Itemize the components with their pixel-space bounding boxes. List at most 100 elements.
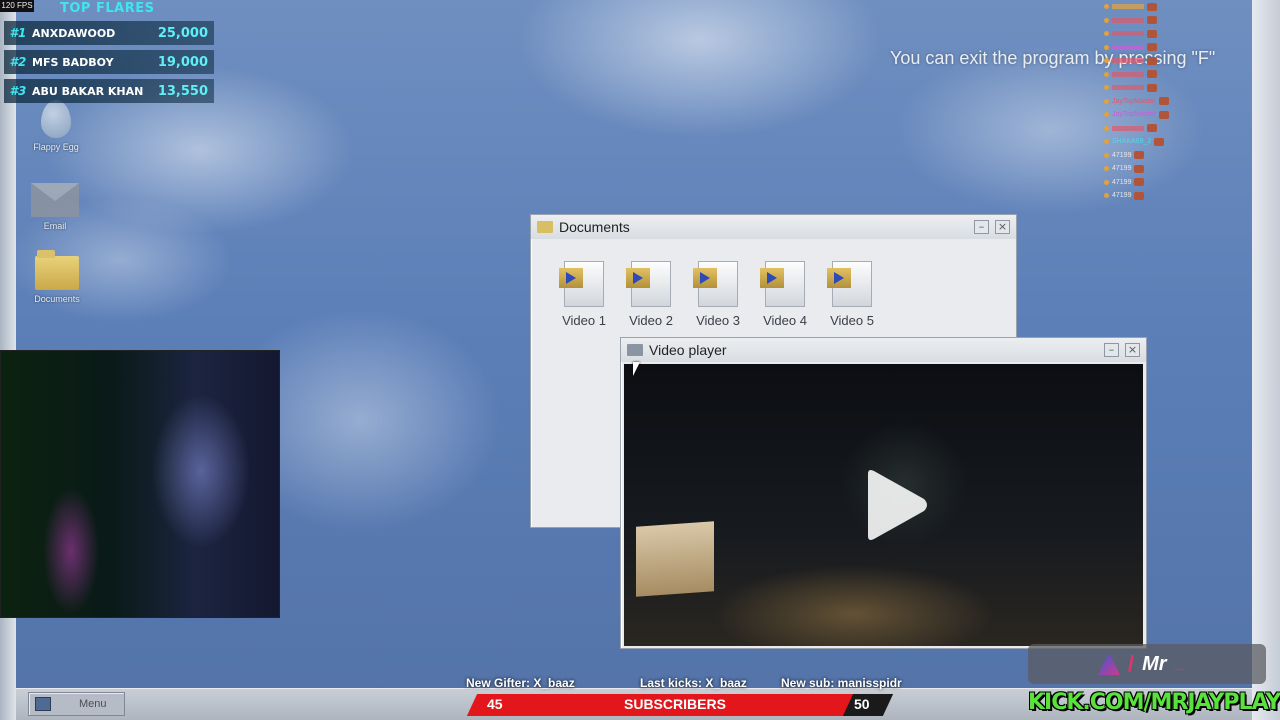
badge-icon — [1104, 58, 1109, 64]
start-menu-button[interactable]: Menu — [28, 692, 125, 716]
desktop-icon-flappy-egg[interactable]: Flappy Egg — [24, 100, 88, 152]
emote-icon — [1147, 56, 1157, 65]
video-player-window[interactable]: Video player – × — [620, 337, 1147, 649]
subscriber-label: SUBSCRIBERS — [624, 696, 726, 712]
badge-icon — [1104, 44, 1109, 50]
chat-username: 47199 — [1112, 178, 1132, 186]
chat-username — [1112, 44, 1144, 50]
chat-username — [1112, 125, 1144, 131]
desktop-icon-documents[interactable]: Documents — [25, 250, 89, 304]
chat-line: 47199 — [1104, 189, 1204, 203]
video-file-icon — [827, 261, 872, 307]
documents-titlebar[interactable]: Documents – × — [531, 215, 1016, 239]
fps-counter: 120 FPS — [0, 0, 34, 12]
folder-icon — [35, 250, 79, 290]
brand-panel: / Mr _ — [1028, 644, 1266, 684]
chat-feed: JayTopMaster JayTopMaster SHAKA69_2 47199 47… — [1104, 0, 1204, 203]
subscriber-goal: 50 — [854, 696, 870, 712]
flare-amount: 25,000 — [157, 25, 208, 41]
file-video-4[interactable]: Video 4 — [760, 261, 810, 328]
envelope-icon — [31, 183, 79, 217]
chat-username: SHAKA69_2 — [1112, 138, 1152, 146]
video-file-icon — [693, 261, 738, 307]
chat-line — [1104, 81, 1204, 95]
chat-line — [1104, 27, 1204, 41]
file-video-3[interactable]: Video 3 — [693, 261, 743, 328]
file-label: Video 1 — [562, 313, 606, 328]
badge-icon — [1104, 71, 1109, 77]
video-file-icon — [626, 261, 671, 307]
file-video-5[interactable]: Video 5 — [827, 261, 877, 328]
emote-icon — [1147, 29, 1157, 38]
chat-line: 47199 — [1104, 149, 1204, 163]
mouse-cursor-icon — [633, 362, 640, 376]
close-button[interactable]: × — [1125, 343, 1140, 357]
chat-username — [1112, 31, 1144, 37]
video-file-icon — [760, 261, 805, 307]
close-button[interactable]: × — [995, 220, 1010, 234]
flare-rank: #2 — [9, 55, 27, 69]
chat-username: 47199 — [1112, 165, 1132, 173]
file-label: Video 5 — [830, 313, 874, 328]
flare-amount: 13,550 — [157, 83, 208, 99]
emote-icon — [1134, 151, 1145, 160]
emote-icon — [1154, 137, 1165, 146]
emote-icon — [1147, 83, 1157, 92]
desktop-icon-email[interactable]: Email — [23, 183, 87, 231]
new-sub-text: New sub: manisspidr — [781, 676, 902, 690]
underscore-icon: _ — [1174, 655, 1184, 672]
monitor-bezel-right — [1252, 0, 1280, 720]
badge-icon — [1104, 31, 1109, 37]
kick-url: KICK.COM/MRJAYPLAYS — [1028, 690, 1280, 715]
file-list: Video 1 Video 2 Video 3 Video 4 Video 5 — [531, 239, 1016, 328]
brand-text: Mr — [1142, 652, 1167, 675]
emote-icon — [1158, 97, 1169, 106]
flare-rank: #1 — [9, 26, 27, 40]
badge-icon — [1104, 193, 1109, 199]
badge-icon — [1104, 17, 1109, 23]
file-label: Video 4 — [763, 313, 807, 328]
flare-row: #2 MFS BADBOY 19,000 — [4, 50, 214, 74]
emote-icon — [1134, 191, 1145, 200]
video-player-titlebar[interactable]: Video player – × — [621, 338, 1146, 362]
window-title: Video player — [649, 342, 727, 358]
emote-icon — [1134, 164, 1145, 173]
minimize-button[interactable]: – — [1104, 343, 1119, 357]
chat-line — [1104, 14, 1204, 28]
badge-icon — [1104, 125, 1109, 131]
minimize-button[interactable]: – — [974, 220, 989, 234]
new-gifter-text: New Gifter: X_baaz — [466, 676, 575, 690]
flare-row: #3 ABU BAKAR KHAN 13,550 — [4, 79, 214, 103]
play-icon[interactable] — [860, 468, 930, 542]
emote-icon — [1147, 2, 1157, 11]
folder-icon — [537, 221, 553, 233]
flare-name: MFS BADBOY — [32, 55, 114, 69]
badge-icon — [1104, 85, 1109, 91]
chat-line: 47199 — [1104, 176, 1204, 190]
subscriber-count: 45 — [487, 696, 503, 712]
chat-username: 47199 — [1112, 192, 1132, 200]
flare-name: ABU BAKAR KHAN — [32, 84, 144, 98]
file-video-1[interactable]: Video 1 — [559, 261, 609, 328]
chat-line — [1104, 0, 1204, 14]
video-frame[interactable] — [624, 364, 1143, 646]
video-scene-box — [636, 521, 714, 597]
chat-username — [1112, 58, 1144, 64]
chat-line — [1104, 68, 1204, 82]
chat-line: 47199 — [1104, 162, 1204, 176]
emote-icon — [1134, 178, 1145, 187]
menu-label: Menu — [79, 698, 107, 710]
chat-username — [1112, 4, 1144, 10]
file-label: Video 3 — [696, 313, 740, 328]
file-video-2[interactable]: Video 2 — [626, 261, 676, 328]
flare-name: ANXDAWOOD — [32, 26, 116, 40]
emote-icon — [1147, 16, 1157, 25]
flare-amount: 19,000 — [157, 54, 208, 70]
emote-icon — [1158, 110, 1169, 119]
chat-username: JayTopMaster — [1112, 97, 1156, 105]
film-icon — [627, 344, 643, 356]
desktop-icon-label: Flappy Egg — [33, 142, 79, 152]
chat-line: JayTopMaster — [1104, 108, 1204, 122]
chat-line: JayTopMaster — [1104, 95, 1204, 109]
top-flares-title: TOP FLARES — [60, 1, 155, 16]
